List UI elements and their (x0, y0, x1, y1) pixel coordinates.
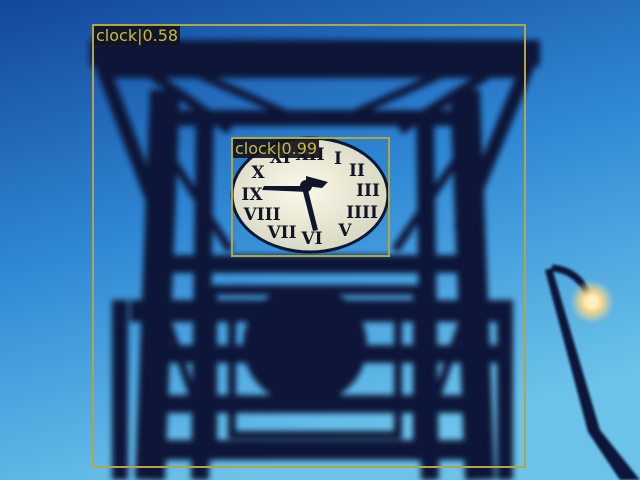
detection-label: clock|0.58 (94, 26, 181, 45)
detection-label: clock|0.99 (233, 139, 320, 158)
detection-box-clock-inner: clock|0.99 (231, 137, 390, 257)
